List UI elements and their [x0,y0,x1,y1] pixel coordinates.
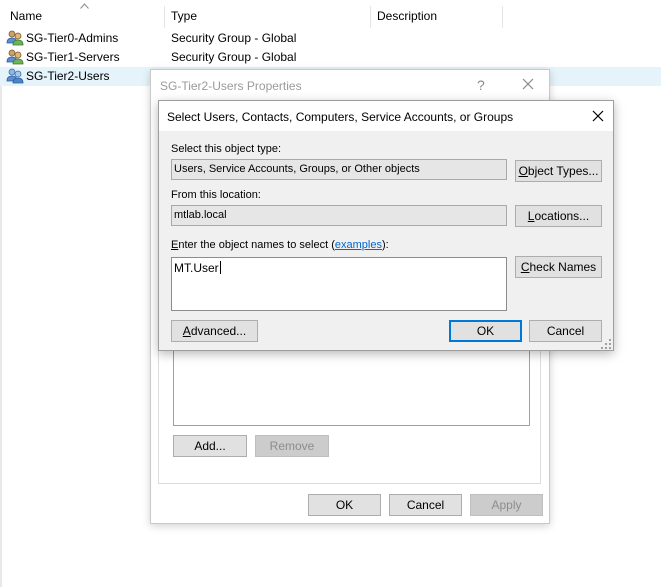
ok-button[interactable]: OK [449,320,522,342]
security-group-icon [6,68,24,84]
column-header-type[interactable]: Type [171,9,197,27]
list-row[interactable]: SG-Tier1-Servers Security Group - Global [0,48,661,67]
row-name: SG-Tier1-Servers [26,50,120,64]
list-header: Name Type Description [0,0,661,28]
column-divider[interactable] [164,6,165,28]
row-type: Security Group - Global [171,31,297,45]
column-header-name[interactable]: Name [10,9,42,27]
dialog-titlebar[interactable]: Select Users, Contacts, Computers, Servi… [159,101,613,131]
pane-border [0,86,2,587]
select-users-dialog: Select Users, Contacts, Computers, Servi… [158,100,614,351]
object-names-label: Enter the object names to select (exampl… [171,239,389,251]
list-row[interactable]: SG-Tier0-Admins Security Group - Global [0,29,661,48]
cancel-button[interactable]: Cancel [529,320,602,342]
remove-button: Remove [255,435,329,457]
security-group-icon [6,49,24,65]
object-names-input[interactable]: MT.User [171,257,507,311]
column-header-description[interactable]: Description [377,9,437,27]
cancel-button[interactable]: Cancel [389,494,462,516]
object-type-field: Users, Service Accounts, Groups, or Othe… [171,159,507,180]
column-divider[interactable] [502,6,503,28]
location-field: mtlab.local [171,205,507,226]
text-caret [219,261,221,274]
properties-dialog-title: SG-Tier2-Users Properties [160,79,302,93]
advanced-button[interactable]: Advanced... [171,320,258,342]
check-names-button[interactable]: Check Names [515,256,602,278]
help-button[interactable]: ? [477,77,485,93]
sort-ascending-icon [80,3,89,9]
location-label: From this location: [171,189,261,201]
dialog-title: Select Users, Contacts, Computers, Servi… [167,110,514,124]
object-type-label: Select this object type: [171,143,282,155]
resize-grip-icon[interactable] [600,338,612,350]
column-divider[interactable] [370,6,371,28]
row-type: Security Group - Global [171,50,297,64]
security-group-icon [6,30,24,46]
row-name: SG-Tier0-Admins [26,31,119,45]
add-button[interactable]: Add... [173,435,247,457]
apply-button: Apply [470,494,543,516]
close-icon[interactable] [517,73,539,95]
object-types-button[interactable]: Object Types... [515,160,602,182]
locations-button[interactable]: Locations... [515,205,602,227]
examples-link[interactable]: examples [335,239,382,251]
ok-button[interactable]: OK [308,494,381,516]
row-name: SG-Tier2-Users [26,69,110,83]
close-icon[interactable] [591,109,605,123]
